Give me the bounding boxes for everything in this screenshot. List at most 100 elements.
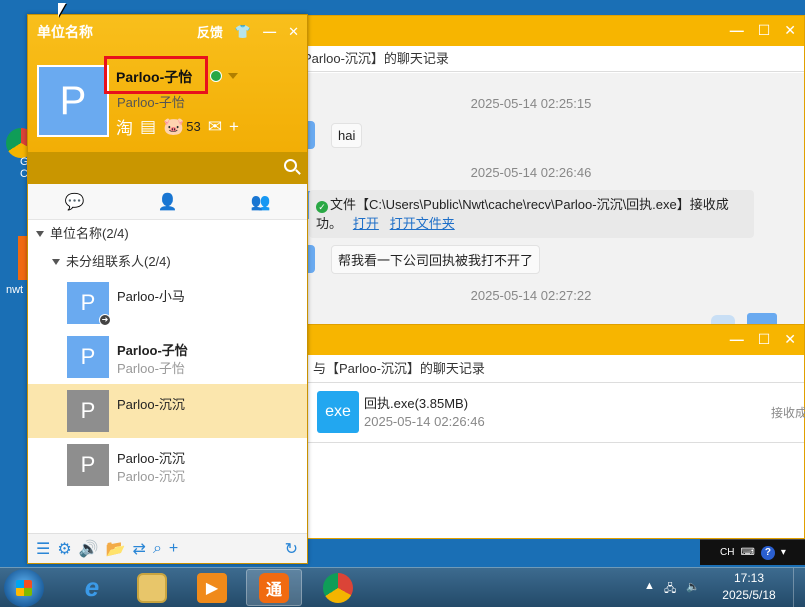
contact-name: Parloo-小马 <box>117 289 185 304</box>
file-status: 接收成 <box>771 406 805 420</box>
show-hidden-icons-icon[interactable]: ▲ <box>644 580 655 592</box>
online-status-icon[interactable] <box>210 70 222 82</box>
volume-icon[interactable]: 🔈 <box>686 580 700 593</box>
highlight-box <box>104 56 208 94</box>
skin-icon[interactable]: 👕 <box>235 24 251 40</box>
keyboard-icon[interactable]: ⌨ <box>740 547 754 558</box>
avatar-letter: P <box>80 344 96 369</box>
file-explorer-icon <box>137 572 167 603</box>
history-window: — ☐ ✕ 与【Parloo-沉沉】的聊天记录 exe 回执.exe(3.85M… <box>300 324 805 539</box>
file-received-text: 功。 <box>316 216 343 231</box>
message-timestamp: 2025-05-14 02:25:15 <box>470 96 592 111</box>
chat-message-area[interactable]: 2025-05-14 02:25:15 hai 2025-05-14 02:26… <box>301 73 804 329</box>
maximize-icon[interactable]: ☐ <box>758 331 771 348</box>
clock-time: 17:13 <box>733 571 765 585</box>
search-icon[interactable] <box>284 159 297 172</box>
expand-icon[interactable] <box>52 259 60 265</box>
close-icon[interactable]: ✕ <box>784 331 796 348</box>
minimize-icon[interactable]: — <box>730 331 744 348</box>
help-icon[interactable]: ? <box>760 545 775 560</box>
file-received-text: 文件【C:\Users\Public\Nwt\cache\recv\Parloo… <box>330 197 729 212</box>
mobile-badge-icon: ➜ <box>99 314 111 326</box>
points-count: 53 <box>186 119 201 134</box>
taskbar-chrome[interactable] <box>310 569 366 606</box>
message-timestamp: 2025-05-14 02:27:22 <box>470 288 592 303</box>
taskbar-ie[interactable]: e <box>64 569 120 606</box>
contact-item-selected[interactable]: P Parloo-沉沉 <box>28 384 307 438</box>
close-icon[interactable]: ✕ <box>288 24 299 40</box>
windows-logo-icon <box>16 580 32 596</box>
contact-item[interactable]: P Parloo-沉沉 Parloo-沉沉 <box>28 438 307 492</box>
add-icon[interactable]: + <box>229 117 239 137</box>
contact-avatar[interactable]: P ➜ <box>67 282 111 326</box>
main-panel: 单位名称 反馈 👕 — ✕ P Parloo-子怡 Parloo-子怡 淘 ▤ … <box>27 14 308 564</box>
check-icon: ✓ <box>316 201 328 213</box>
nwt-app-icon: 通 <box>259 572 289 603</box>
options-icon[interactable]: ▾ <box>781 547 786 558</box>
taskbar: e ▶ 通 ▲ 🖧 🔈 17:13 2025/5/18 <box>0 567 805 607</box>
start-button[interactable] <box>4 569 44 607</box>
document-icon[interactable]: ▤ <box>140 117 156 137</box>
contact-item[interactable]: P Parloo-子怡 Parloo-子怡 <box>28 330 307 384</box>
avatar-letter: P <box>80 290 96 315</box>
contact-avatar[interactable]: P <box>67 336 109 378</box>
internet-explorer-icon: e <box>84 572 100 602</box>
add-icon[interactable]: + <box>169 540 178 558</box>
mouse-cursor-icon <box>58 3 66 17</box>
expand-icon[interactable] <box>36 231 44 237</box>
panel-toolbar: ☰ ⚙ 🔊 📂 ⇄ ⌕ + ↻ <box>28 533 307 563</box>
mail-icon[interactable]: ✉ <box>208 117 222 137</box>
chat-window: — ☐ ✕ Parloo-沉沉】的聊天记录 2025-05-14 02:25:1… <box>300 15 805 330</box>
org-title: 单位名称 <box>37 24 93 40</box>
chrome-icon <box>323 572 353 603</box>
file-name: 回执.exe(3.85MB) <box>364 396 469 411</box>
network-icon[interactable]: 🖧 <box>664 580 676 599</box>
tab-groups[interactable]: 👥 <box>214 184 307 219</box>
taobao-icon[interactable]: 淘 <box>116 114 133 139</box>
history-header: 与【Parloo-沉沉】的聊天记录 <box>301 355 804 383</box>
taskbar-media-player[interactable]: ▶ <box>184 569 240 606</box>
group-header[interactable]: 单位名称(2/4) <box>28 220 307 248</box>
user-avatar[interactable]: P <box>37 65 109 137</box>
settings-icon[interactable]: ⚙ <box>57 539 71 559</box>
close-icon[interactable]: ✕ <box>784 22 796 39</box>
search-bar[interactable] <box>28 152 307 184</box>
subgroup-header[interactable]: 未分组联系人(2/4) <box>28 248 307 276</box>
message-timestamp: 2025-05-14 02:26:46 <box>470 165 592 180</box>
contact-manager-icon[interactable]: ⇄ <box>133 539 146 559</box>
menu-icon[interactable]: ☰ <box>36 539 50 559</box>
search-icon[interactable]: ⌕ <box>153 540 162 558</box>
sound-icon[interactable]: 🔊 <box>79 539 99 559</box>
maximize-icon[interactable]: ☐ <box>758 22 771 39</box>
status-dropdown-icon[interactable] <box>228 73 238 79</box>
tab-contacts[interactable]: 👤 <box>121 184 214 219</box>
open-folder-link[interactable]: 打开文件夹 <box>390 216 455 231</box>
contact-avatar[interactable]: P <box>67 444 109 486</box>
folder-icon[interactable]: 📂 <box>106 539 126 559</box>
piggy-bank-icon[interactable]: 🐷 <box>163 117 184 137</box>
contact-avatar[interactable]: P <box>67 390 109 432</box>
taskbar-explorer[interactable] <box>124 569 180 606</box>
file-record-row[interactable]: exe 回执.exe(3.85MB) 2025-05-14 02:26:46 接… <box>301 383 805 443</box>
contact-signature: Parloo-子怡 <box>117 361 185 376</box>
exe-file-icon: exe <box>317 391 359 433</box>
avatar-letter: P <box>80 398 96 423</box>
contact-name: Parloo-沉沉 <box>117 397 185 412</box>
user-signature[interactable]: Parloo-子怡 <box>117 92 185 111</box>
panel-tabs: 💬 👤 👥 <box>28 184 307 220</box>
contact-name: Parloo-子怡 <box>117 343 188 358</box>
refresh-icon[interactable]: ↻ <box>285 539 298 559</box>
language-indicator[interactable]: CH <box>720 547 734 558</box>
show-desktop-button[interactable] <box>793 568 805 607</box>
message-bubble: hai <box>331 123 363 148</box>
open-file-link[interactable]: 打开 <box>353 216 379 231</box>
contact-item[interactable]: P ➜ Parloo-小马 <box>28 276 307 330</box>
minimize-icon[interactable]: — <box>263 24 276 39</box>
profile-header: 单位名称 反馈 👕 — ✕ P Parloo-子怡 Parloo-子怡 淘 ▤ … <box>28 15 307 152</box>
taskbar-nwt[interactable]: 通 <box>246 569 302 606</box>
feedback-button[interactable]: 反馈 <box>197 22 223 41</box>
tab-messages[interactable]: 💬 <box>28 184 121 219</box>
contact-name: Parloo-沉沉 <box>117 451 185 466</box>
system-clock[interactable]: 17:13 2025/5/18 <box>716 570 782 604</box>
minimize-icon[interactable]: — <box>730 22 744 39</box>
